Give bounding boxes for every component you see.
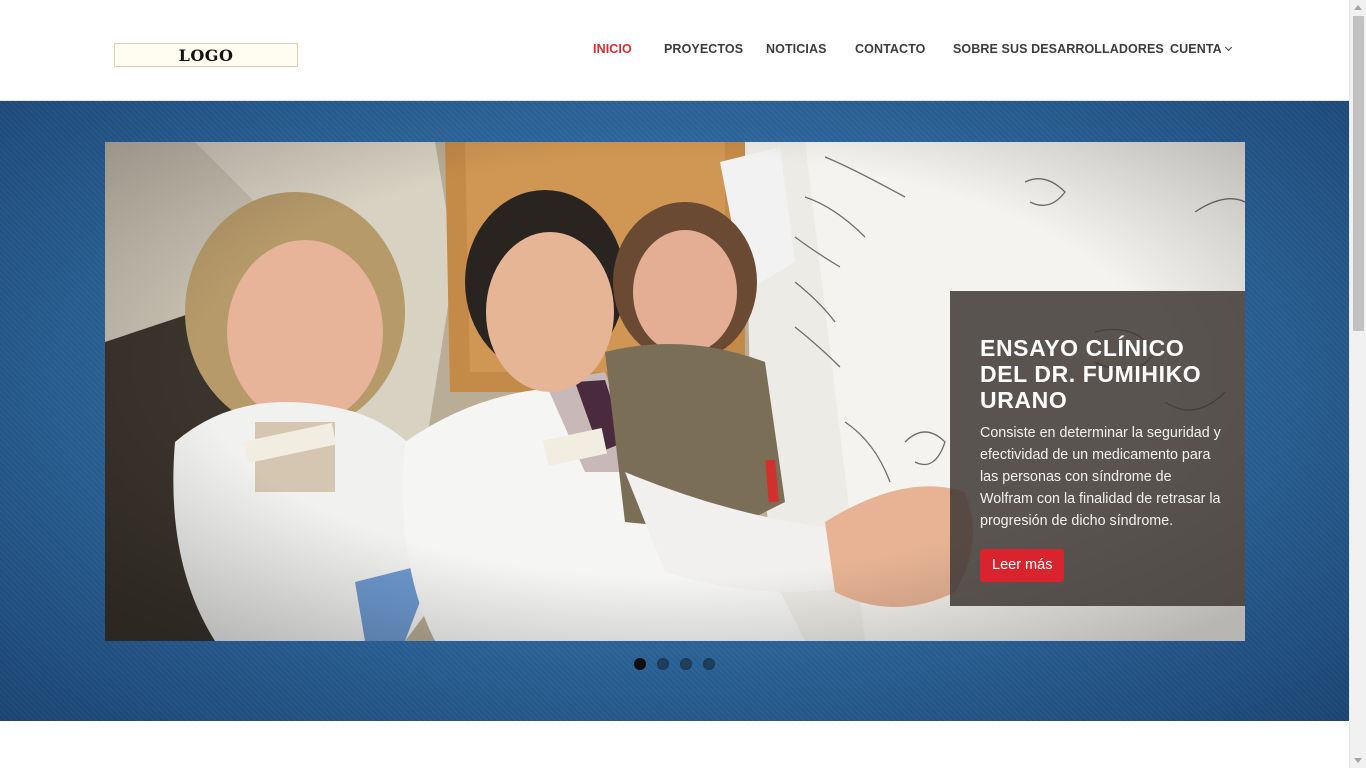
slider-dot-2[interactable] <box>657 658 669 670</box>
nav-item-cuenta[interactable]: CUENTA <box>1170 42 1232 56</box>
slide-caption: ENSAYO CLÍNICO DEL DR. FUMIHIKO URANO Co… <box>950 291 1245 606</box>
nav-item-inicio[interactable]: INICIO <box>593 42 632 56</box>
slider-dot-4[interactable] <box>703 658 715 670</box>
scrollbar-thumb[interactable] <box>1353 16 1364 331</box>
scroll-up-icon[interactable] <box>1354 5 1362 10</box>
scroll-down-icon[interactable] <box>1354 758 1362 763</box>
slide-image: ENSAYO CLÍNICO DEL DR. FUMIHIKO URANO Co… <box>105 142 1245 641</box>
nav-item-sobre-desarrolladores[interactable]: SOBRE SUS DESARROLLADORES <box>953 42 1164 56</box>
hero-slider: ENSAYO CLÍNICO DEL DR. FUMIHIKO URANO Co… <box>0 101 1349 721</box>
slider-dot-1[interactable] <box>634 658 646 670</box>
slider-dot-3[interactable] <box>680 658 692 670</box>
nav-item-noticias[interactable]: NOTICIAS <box>766 42 827 56</box>
slider-pagination <box>634 658 715 670</box>
main-nav: INICIO PROYECTOS NOTICIAS CONTACTO SOBRE… <box>0 42 1349 58</box>
page-scrollbar[interactable] <box>1349 0 1366 768</box>
chevron-down-icon <box>1224 43 1232 52</box>
nav-item-contacto[interactable]: CONTACTO <box>855 42 925 56</box>
site-header: LOGO INICIO PROYECTOS NOTICIAS CONTACTO … <box>0 0 1349 101</box>
read-more-button[interactable]: Leer más <box>980 549 1065 582</box>
nav-item-proyectos[interactable]: PROYECTOS <box>664 42 743 56</box>
nav-item-cuenta-label: CUENTA <box>1170 42 1222 56</box>
caption-title: ENSAYO CLÍNICO DEL DR. FUMIHIKO URANO <box>980 335 1202 413</box>
caption-text: Consiste en determinar la seguridad y ef… <box>980 425 1221 529</box>
